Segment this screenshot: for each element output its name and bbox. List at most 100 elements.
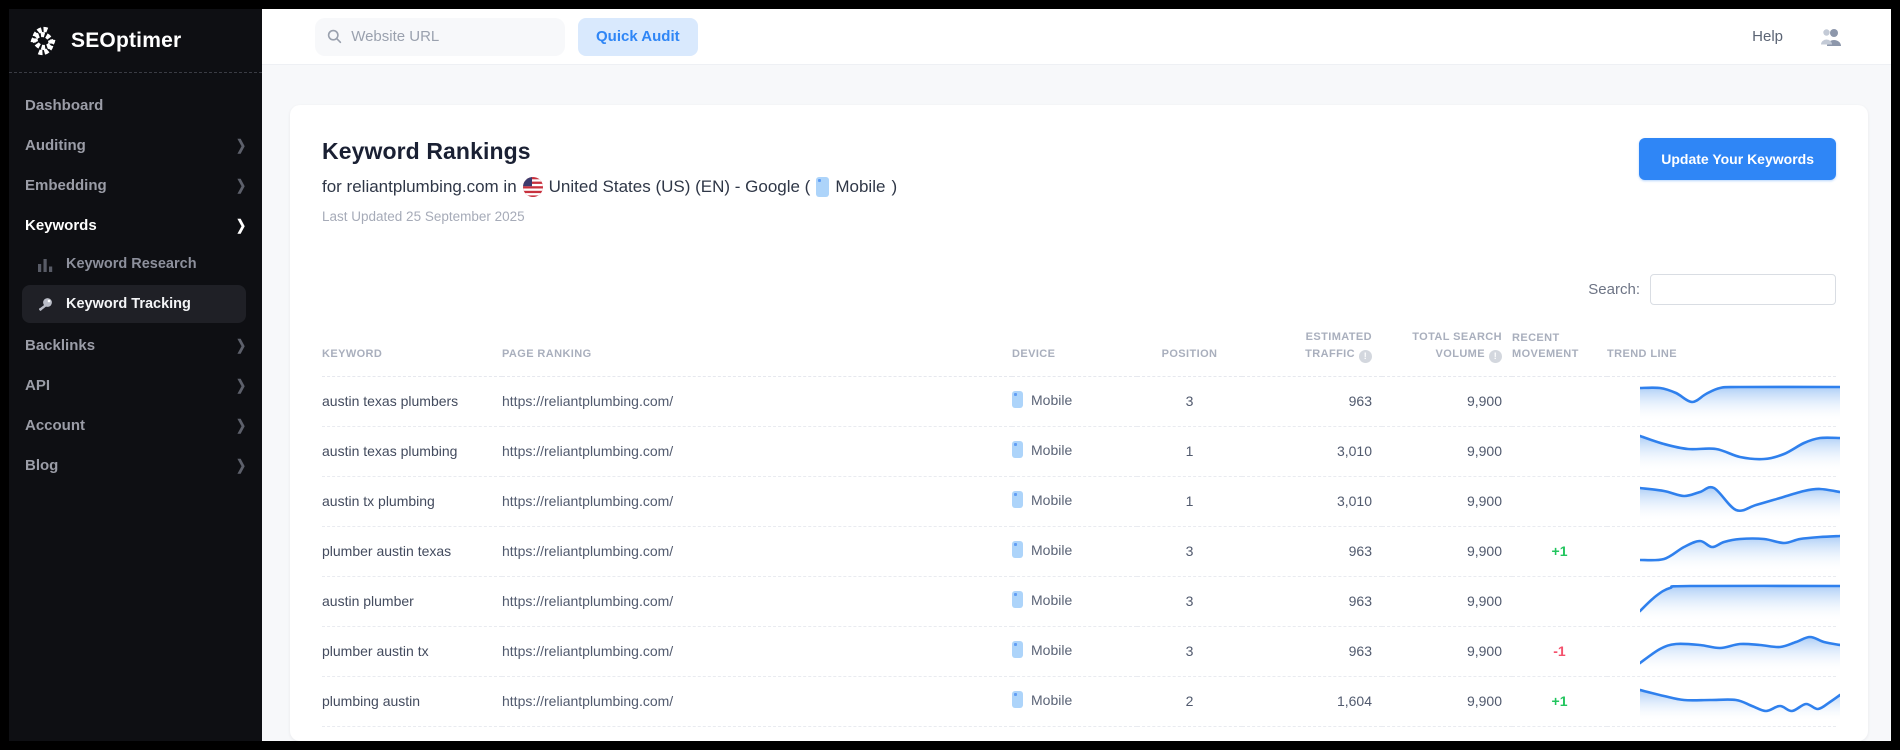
page-ranking-link[interactable]: https://reliantplumbing.com/: [502, 476, 1012, 526]
sidebar-item-blog[interactable]: Blog❯: [9, 445, 262, 485]
mobile-icon: [1012, 491, 1023, 508]
column-header-position[interactable]: POSITION: [1137, 323, 1242, 376]
device-cell: Mobile: [1012, 676, 1137, 726]
main-area: Keyword Rankings for reliantplumbing.com…: [262, 65, 1891, 741]
keyword-table-body: austin texas plumbershttps://reliantplum…: [322, 376, 1836, 726]
info-icon[interactable]: !: [1359, 350, 1372, 363]
column-header-recent-movement[interactable]: RECENTMOVEMENT: [1512, 323, 1607, 376]
sidebar-item-backlinks[interactable]: Backlinks❯: [9, 325, 262, 365]
search-volume-cell: 9,900: [1382, 526, 1512, 576]
sidebar-menu: Dashboard Auditing ❯ Embedding❯Keywords❯ Key…: [9, 85, 262, 485]
position-cell: 2: [1137, 676, 1242, 726]
sidebar-item-keyword-research[interactable]: Keyword Research: [9, 245, 262, 283]
position-cell: 3: [1137, 526, 1242, 576]
mobile-icon: [1012, 541, 1023, 558]
subtitle-device: Mobile: [835, 177, 885, 197]
trend-sparkline: [1640, 480, 1840, 520]
update-keywords-button[interactable]: Update Your Keywords: [1639, 138, 1836, 180]
trend-sparkline: [1640, 580, 1840, 620]
search-volume-cell: 9,900: [1382, 676, 1512, 726]
sidebar-item-keywords[interactable]: Keywords❯: [9, 205, 262, 245]
page-ranking-link[interactable]: https://reliantplumbing.com/: [502, 626, 1012, 676]
position-cell: 3: [1137, 576, 1242, 626]
chevron-right-icon: ❯: [236, 137, 246, 154]
sidebar-item-label: Account: [25, 417, 85, 434]
page-subtitle: for reliantplumbing.com in: [322, 177, 897, 197]
info-icon[interactable]: !: [1489, 350, 1502, 363]
column-header-trend-line[interactable]: TREND LINE: [1607, 323, 1836, 376]
trend-sparkline: [1640, 430, 1840, 470]
recent-movement-cell: [1512, 476, 1607, 526]
estimated-traffic-cell: 3,010: [1242, 476, 1382, 526]
sidebar-item-auditing[interactable]: Auditing ❯: [9, 125, 262, 165]
recent-movement-cell: +1: [1512, 526, 1607, 576]
website-url-input-wrap[interactable]: [315, 18, 565, 56]
search-volume-cell: 9,900: [1382, 626, 1512, 676]
trend-sparkline: [1640, 680, 1840, 720]
column-header-device[interactable]: DEVICE: [1012, 323, 1137, 376]
app-window: SEOptimer DashboardAuditing❯Embedding❯Ke…: [9, 9, 1891, 741]
sidebar-item-label: Keyword Tracking: [66, 296, 191, 312]
trend-line-cell: [1607, 526, 1836, 576]
table-row: plumbing austinhttps://reliantplumbing.c…: [322, 676, 1836, 726]
recent-movement-cell: [1512, 426, 1607, 476]
column-header-total-search-volume[interactable]: TOTAL SEARCHVOLUME!: [1382, 323, 1512, 376]
sidebar-divider: [9, 72, 262, 73]
users-icon[interactable]: [1819, 27, 1843, 47]
topbar: Quick Audit Help: [262, 9, 1891, 65]
page-title: Keyword Rankings: [322, 138, 897, 165]
device-cell: Mobile: [1012, 476, 1137, 526]
logo-text: SEOptimer: [71, 29, 181, 53]
website-url-input[interactable]: [351, 28, 553, 45]
trend-line-cell: [1607, 676, 1836, 726]
sidebar-item-account[interactable]: Account❯: [9, 405, 262, 445]
seoptimer-gear-logo-icon: [25, 23, 61, 59]
table-header-row: KEYWORDPAGE RANKINGDEVICEPOSITIONESTIMAT…: [322, 323, 1836, 376]
card-header: Keyword Rankings for reliantplumbing.com…: [322, 138, 1836, 224]
sidebar-item-label: Keyword Research: [66, 256, 197, 272]
page-ranking-link[interactable]: https://reliantplumbing.com/: [502, 376, 1012, 426]
logo[interactable]: SEOptimer: [9, 9, 262, 72]
estimated-traffic-cell: 963: [1242, 376, 1382, 426]
column-header-keyword[interactable]: KEYWORD: [322, 323, 502, 376]
subtitle-suffix: ): [891, 177, 897, 197]
sidebar-item-label: Blog: [25, 457, 58, 474]
device-cell: Mobile: [1012, 626, 1137, 676]
keyword-cell: austin tx plumbing: [322, 476, 502, 526]
table-search-input[interactable]: [1650, 274, 1836, 305]
key-icon: [37, 296, 54, 313]
page-ranking-link[interactable]: https://reliantplumbing.com/: [502, 676, 1012, 726]
sidebar-item-label: Dashboard: [25, 97, 103, 114]
device-cell: Mobile: [1012, 526, 1137, 576]
trend-line-cell: [1607, 376, 1836, 426]
page-ranking-link[interactable]: https://reliantplumbing.com/: [502, 426, 1012, 476]
device-cell: Mobile: [1012, 376, 1137, 426]
sidebar-item-label: Auditing: [25, 137, 86, 154]
help-link[interactable]: Help: [1752, 28, 1783, 45]
recent-movement-cell: [1512, 376, 1607, 426]
estimated-traffic-cell: 963: [1242, 626, 1382, 676]
page-ranking-link[interactable]: https://reliantplumbing.com/: [502, 526, 1012, 576]
sidebar-item-label: Embedding: [25, 177, 107, 194]
table-row: plumber austin txhttps://reliantplumbing…: [322, 626, 1836, 676]
sidebar-item-dashboard[interactable]: Dashboard: [9, 85, 262, 125]
page-ranking-link[interactable]: https://reliantplumbing.com/: [502, 576, 1012, 626]
subtitle-prefix: for reliantplumbing.com in: [322, 177, 517, 197]
sidebar-item-api[interactable]: API❯: [9, 365, 262, 405]
sidebar-item-keyword-tracking[interactable]: Keyword Tracking: [22, 285, 246, 323]
sidebar-item-embedding[interactable]: Embedding❯: [9, 165, 262, 205]
sidebar-item-label: API: [25, 377, 50, 394]
position-cell: 3: [1137, 376, 1242, 426]
table-row: austin tx plumbinghttps://reliantplumbin…: [322, 476, 1836, 526]
search-volume-cell: 9,900: [1382, 376, 1512, 426]
column-header-page-ranking[interactable]: PAGE RANKING: [502, 323, 1012, 376]
device-cell: Mobile: [1012, 426, 1137, 476]
keyword-cell: plumber austin texas: [322, 526, 502, 576]
column-header-estimated-traffic[interactable]: ESTIMATEDTRAFFIC!: [1242, 323, 1382, 376]
bar-chart-icon: [37, 256, 54, 273]
topbar-right: Help: [1752, 27, 1843, 47]
content-column: Quick Audit Help Keyword Rankings: [262, 9, 1891, 741]
device-cell: Mobile: [1012, 576, 1137, 626]
quick-audit-button[interactable]: Quick Audit: [578, 18, 698, 56]
keyword-cell: austin texas plumbing: [322, 426, 502, 476]
